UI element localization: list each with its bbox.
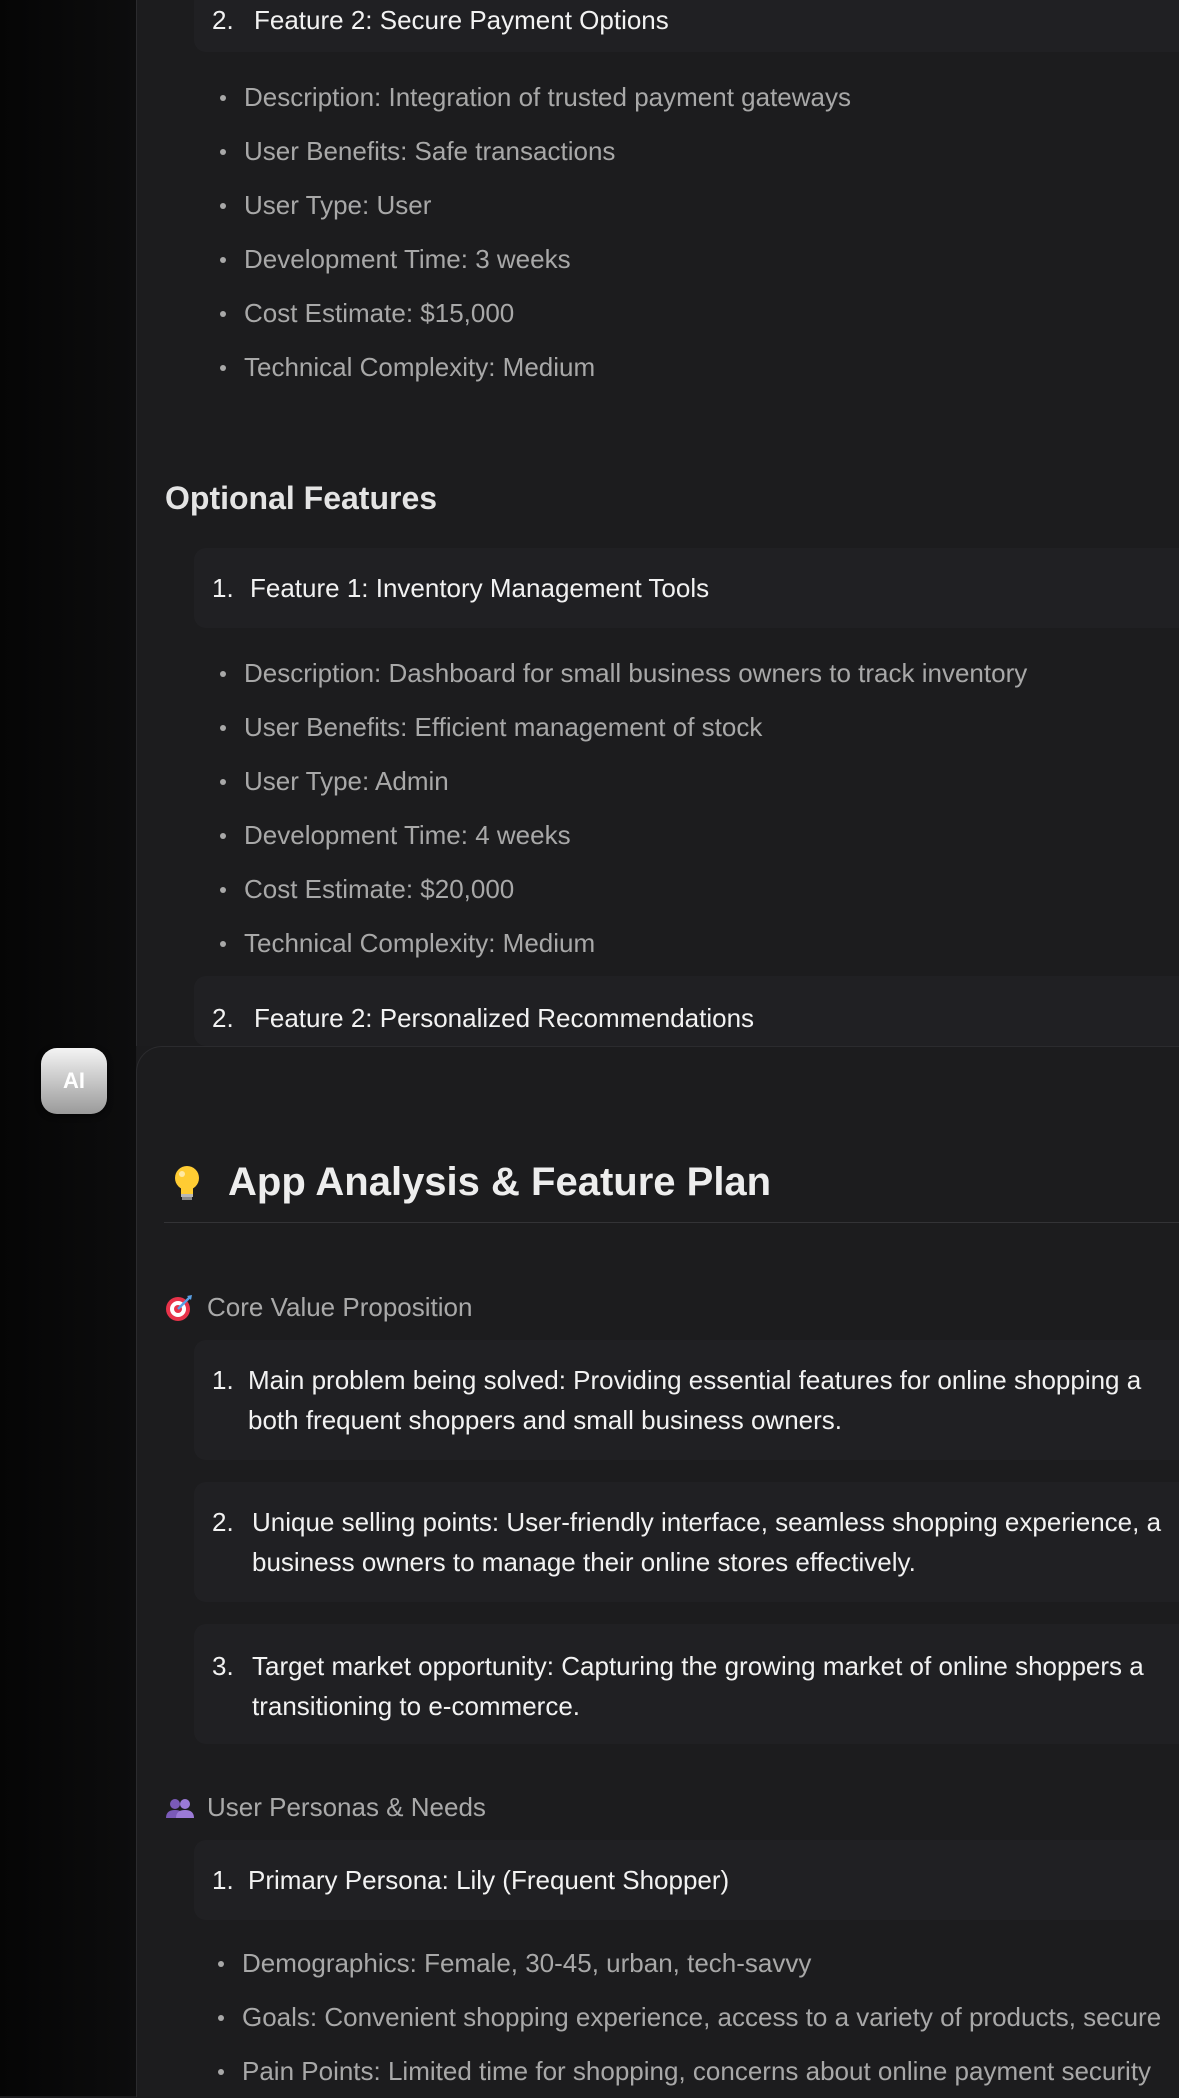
core-value-heading: Core Value Proposition bbox=[165, 1292, 472, 1323]
section-title: User Personas & Needs bbox=[207, 1792, 486, 1822]
core-value-item: 3. Target market opportunity: Capturing … bbox=[194, 1624, 1179, 1744]
core-value-item: 1. Main problem being solved: Providing … bbox=[194, 1340, 1179, 1460]
list-number: 1. bbox=[212, 1865, 234, 1895]
page-title: App Analysis & Feature Plan bbox=[228, 1160, 772, 1204]
section-title: Core Value Proposition bbox=[207, 1292, 473, 1322]
list-item: User Type: User bbox=[220, 178, 851, 232]
feature-title: Feature 1: Inventory Management Tools bbox=[250, 573, 710, 603]
list-item: User Type: Admin bbox=[220, 754, 1027, 808]
list-number: 2. bbox=[212, 5, 234, 35]
persona-card: 1. Primary Persona: Lily (Frequent Shopp… bbox=[194, 1840, 1179, 1920]
core-value-item: 2. Unique selling points: User-friendly … bbox=[194, 1482, 1179, 1602]
item-line: business owners to manage their online s… bbox=[252, 1547, 916, 1577]
lightbulb-icon bbox=[170, 1164, 204, 1202]
list-item: Pain Points: Limited time for shopping, … bbox=[218, 2044, 1161, 2098]
heading-divider bbox=[164, 1222, 1179, 1223]
list-item: Technical Complexity: Medium bbox=[220, 916, 1027, 970]
opt1-details-list: Description: Dashboard for small busines… bbox=[220, 646, 1027, 970]
list-item: Cost Estimate: $20,000 bbox=[220, 862, 1027, 916]
list-number: 2. bbox=[212, 1507, 234, 1537]
analysis-heading: App Analysis & Feature Plan bbox=[170, 1160, 771, 1205]
optional-features-heading: Optional Features bbox=[165, 480, 438, 516]
ai-avatar: AI bbox=[41, 1048, 107, 1114]
list-number: 1. bbox=[212, 573, 234, 603]
item-line: Target market opportunity: Capturing the… bbox=[252, 1651, 1144, 1681]
list-item: Technical Complexity: Medium bbox=[220, 340, 851, 394]
personas-heading: User Personas & Needs bbox=[165, 1792, 486, 1823]
persona-title: Primary Persona: Lily (Frequent Shopper) bbox=[248, 1865, 730, 1895]
item-line: Unique selling points: User-friendly int… bbox=[252, 1507, 1162, 1537]
target-icon bbox=[165, 1294, 193, 1322]
feature-card-inventory: 1. Feature 1: Inventory Management Tools bbox=[194, 548, 1179, 628]
users-icon bbox=[165, 1794, 194, 1822]
list-number: 3. bbox=[212, 1651, 234, 1681]
list-item: Development Time: 3 weeks bbox=[220, 232, 851, 286]
feature2-details-list: Description: Integration of trusted paym… bbox=[220, 70, 851, 394]
list-item: Goals: Convenient shopping experience, a… bbox=[218, 1990, 1161, 2044]
list-item: Demographics: Female, 30-45, urban, tech… bbox=[218, 1936, 1161, 1990]
list-item: Description: Dashboard for small busines… bbox=[220, 646, 1027, 700]
feature-title: Feature 2: Personalized Recommendations bbox=[254, 1003, 755, 1033]
list-number: 2. bbox=[212, 1003, 234, 1033]
list-number: 1. bbox=[212, 1365, 234, 1395]
feature-card-recommendations: 2. Feature 2: Personalized Recommendatio… bbox=[194, 976, 1179, 1046]
feature-card-secure-payment: 2. Feature 2: Secure Payment Options bbox=[194, 0, 1179, 52]
list-item: Development Time: 4 weeks bbox=[220, 808, 1027, 862]
list-item: Description: Integration of trusted paym… bbox=[220, 70, 851, 124]
item-line: Main problem being solved: Providing ess… bbox=[248, 1365, 1142, 1395]
persona1-details-list: Demographics: Female, 30-45, urban, tech… bbox=[218, 1936, 1161, 2098]
item-line: transitioning to e-commerce. bbox=[252, 1691, 581, 1721]
list-item: Cost Estimate: $15,000 bbox=[220, 286, 851, 340]
list-item: User Benefits: Safe transactions bbox=[220, 124, 851, 178]
item-line: both frequent shoppers and small busines… bbox=[248, 1405, 843, 1435]
list-item: User Benefits: Efficient management of s… bbox=[220, 700, 1027, 754]
feature-title: Feature 2: Secure Payment Options bbox=[254, 5, 669, 35]
